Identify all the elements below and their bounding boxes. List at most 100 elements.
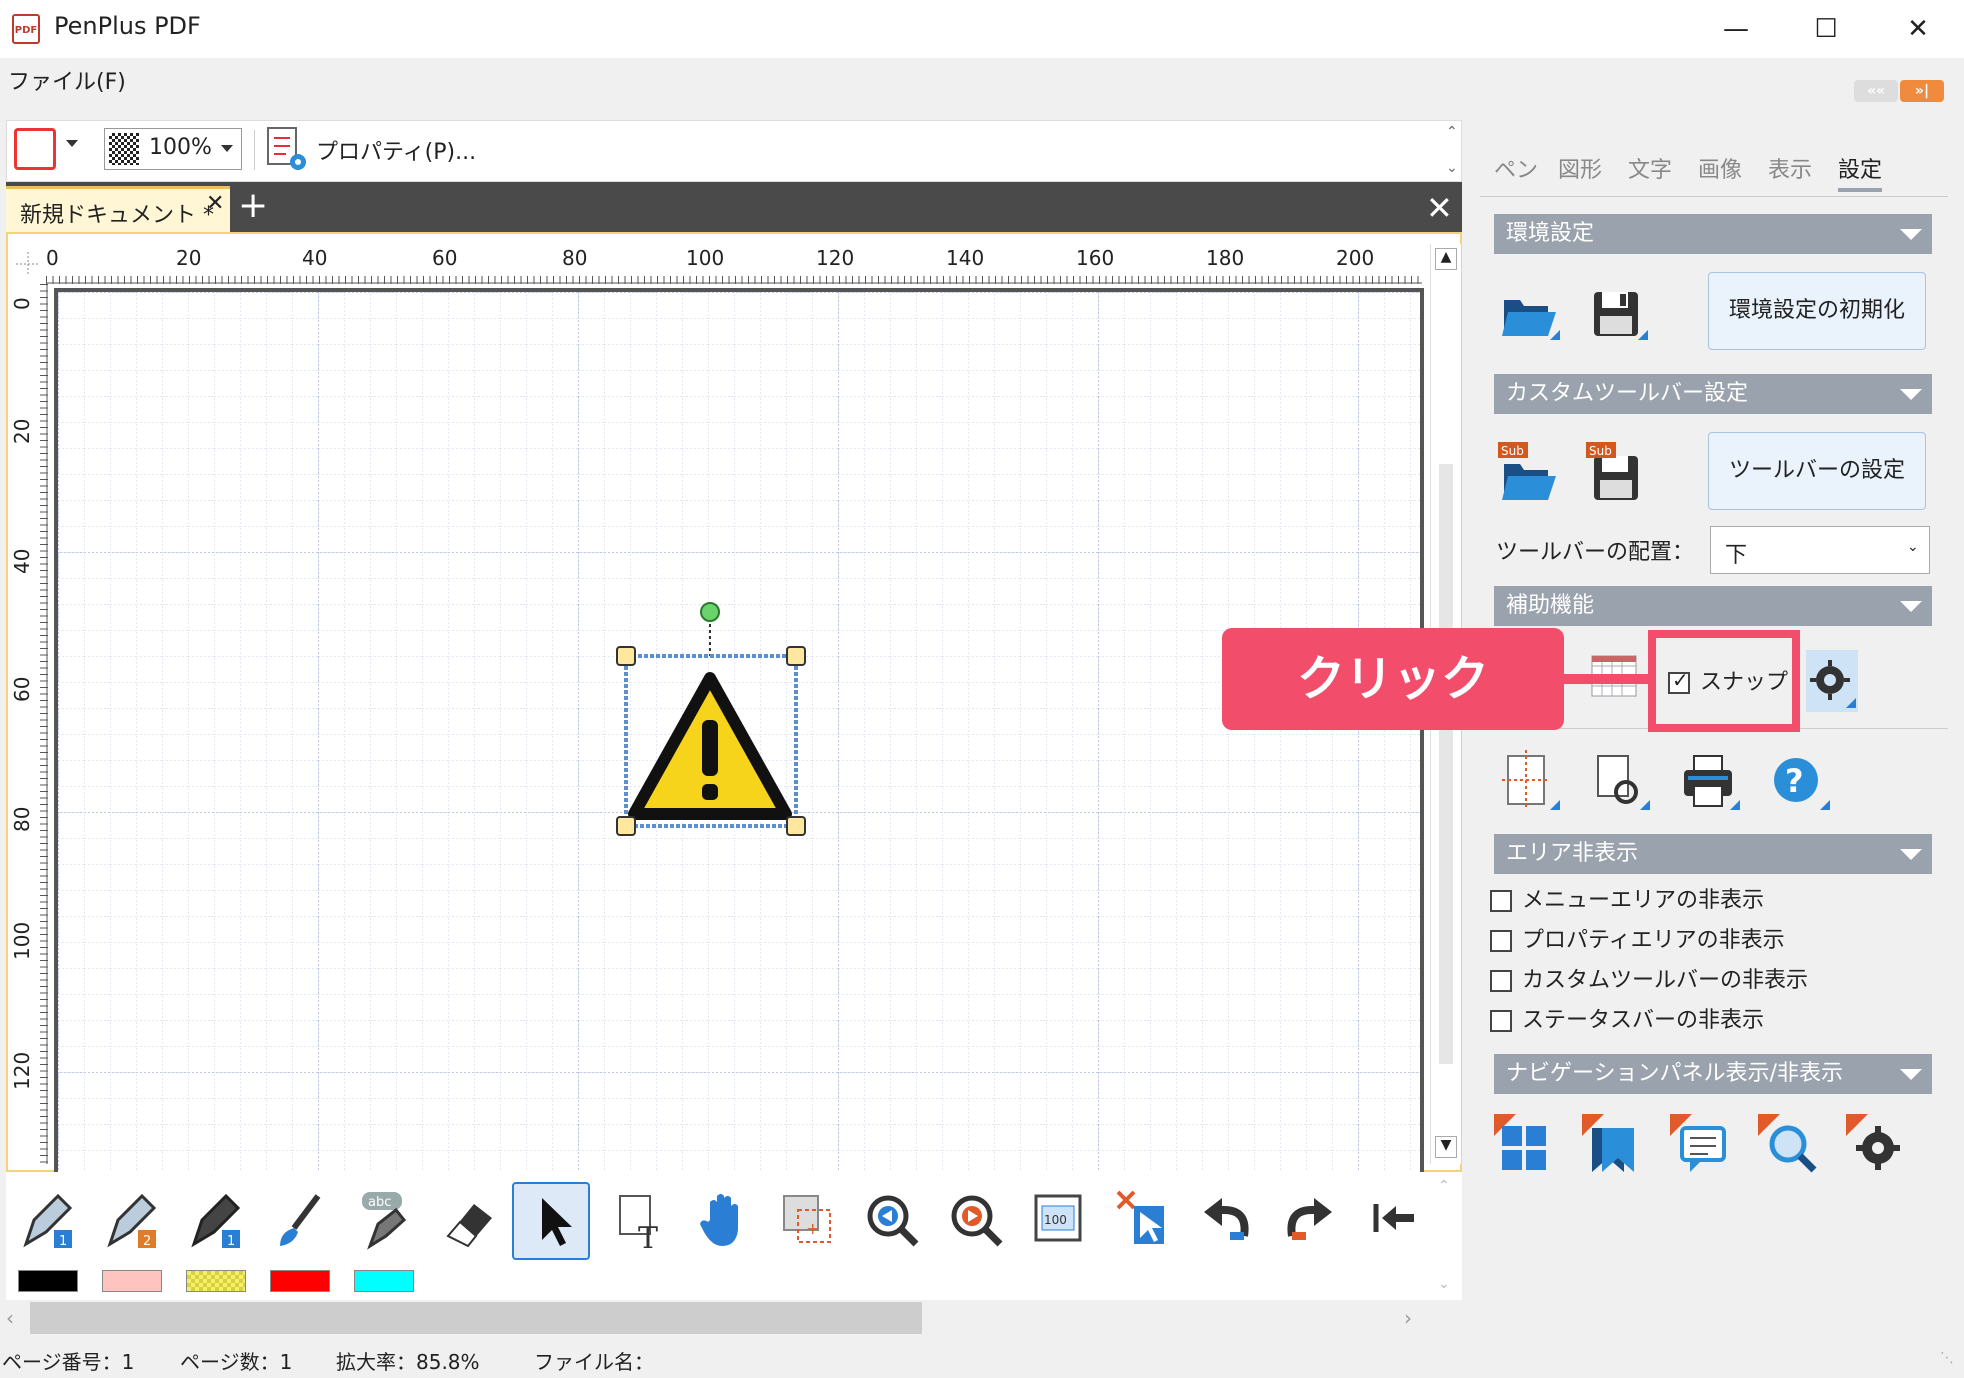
ruler-label: 80 — [562, 246, 588, 270]
save-icon[interactable] — [1586, 282, 1650, 346]
properties-icon[interactable] — [266, 126, 310, 174]
zoom-next-icon[interactable] — [942, 1186, 1012, 1256]
section-header-navigation-panel[interactable]: ナビゲーションパネル表示/非表示 — [1494, 1054, 1932, 1094]
tab-image[interactable]: 画像 — [1698, 152, 1742, 184]
brush-icon[interactable] — [266, 1186, 336, 1256]
zoom-previous-icon[interactable] — [858, 1186, 928, 1256]
menu-file[interactable]: ファイル(F) — [8, 64, 126, 96]
section-header-environment[interactable]: 環境設定 — [1494, 214, 1932, 254]
delete-selection-icon[interactable] — [1110, 1186, 1180, 1256]
palette-color-cyan[interactable] — [354, 1270, 414, 1292]
pen-1-icon[interactable]: 1 — [14, 1186, 84, 1256]
hide-menu-area-checkbox[interactable]: メニューエリアの非表示 — [1490, 886, 1764, 916]
title-bar — [0, 0, 1964, 58]
panel-toggle-arrows: «« »| — [1852, 80, 1944, 102]
toolbar-scroll-up-icon[interactable]: ⌃ — [1438, 1178, 1450, 1194]
palette-color-black[interactable] — [18, 1270, 78, 1292]
text-highlighter-icon[interactable]: abc — [350, 1186, 420, 1256]
collapse-up-icon[interactable]: ⌃ — [1446, 124, 1458, 140]
ruler-label: 100 — [10, 921, 34, 960]
help-icon[interactable]: ? — [1768, 750, 1832, 814]
tab-divider — [1480, 196, 1948, 197]
print-icon[interactable] — [1678, 750, 1742, 814]
gear-icon — [1810, 660, 1856, 708]
nav-bookmarks-icon[interactable] — [1582, 1114, 1646, 1178]
add-tab-icon[interactable]: + — [238, 186, 268, 226]
window-title: PenPlus PDF — [54, 12, 201, 40]
pen-color-dropdown-icon[interactable] — [66, 140, 78, 147]
tab-view[interactable]: 表示 — [1768, 152, 1812, 184]
toolbar-position-select[interactable]: 下 ⌄ — [1710, 526, 1930, 574]
tab-close-icon[interactable]: ✕ — [206, 191, 224, 216]
scrollbar-thumb[interactable] — [1439, 464, 1453, 1064]
scroll-right-icon[interactable]: › — [1404, 1306, 1412, 1330]
properties-button[interactable]: プロパティ(P)... — [316, 134, 476, 166]
redo-icon[interactable] — [1278, 1186, 1348, 1256]
ruler-label: 40 — [302, 246, 328, 270]
tab-shape[interactable]: 図形 — [1558, 152, 1602, 184]
maximize-button[interactable]: ☐ — [1796, 8, 1856, 50]
section-header-assist[interactable]: 補助機能 — [1494, 586, 1932, 626]
expand-right-icon[interactable]: »| — [1900, 80, 1944, 102]
svg-text:T: T — [638, 1221, 658, 1256]
collapse-down-icon[interactable]: ⌄ — [1446, 160, 1458, 176]
tab-text[interactable]: 文字 — [1628, 152, 1672, 184]
section-header-custom-toolbar[interactable]: カスタムツールバー設定 — [1494, 374, 1932, 414]
scroll-up-icon[interactable]: ▲ — [1435, 248, 1457, 270]
chevron-down-icon — [1900, 229, 1922, 240]
close-document-icon[interactable]: ✕ — [1426, 190, 1453, 226]
collapse-left-icon[interactable]: «« — [1854, 80, 1898, 102]
close-button[interactable]: ✕ — [1888, 8, 1948, 50]
scroll-left-icon[interactable]: ‹ — [6, 1306, 14, 1330]
hide-status-bar-checkbox[interactable]: ステータスバーの非表示 — [1490, 1006, 1764, 1036]
reset-environment-button[interactable]: 環境設定の初期化 — [1708, 272, 1926, 350]
nav-search-icon[interactable] — [1758, 1114, 1822, 1178]
svg-text:1: 1 — [227, 1234, 235, 1249]
hide-property-area-checkbox[interactable]: プロパティエリアの非表示 — [1490, 926, 1785, 956]
toolbar-settings-button[interactable]: ツールバーの設定 — [1708, 432, 1926, 510]
ruler-label: 40 — [10, 548, 34, 574]
pattern-zoom-select[interactable]: 100% — [104, 128, 242, 170]
area-select-icon[interactable]: + — [774, 1186, 844, 1256]
guide-lines-icon[interactable] — [1498, 750, 1562, 814]
palette-color-yellow[interactable] — [186, 1270, 246, 1292]
menu-bar — [0, 58, 1964, 120]
section-header-area-hide[interactable]: エリア非表示 — [1494, 834, 1932, 874]
palette-color-red[interactable] — [270, 1270, 330, 1292]
status-page-count: ページ数：1 — [180, 1350, 293, 1374]
tab-pen[interactable]: ペン — [1494, 152, 1538, 184]
palette-color-pink[interactable] — [102, 1270, 162, 1292]
page-rotate-icon[interactable] — [1588, 750, 1652, 814]
page-canvas[interactable] — [54, 288, 1424, 1172]
eraser-icon[interactable] — [434, 1186, 504, 1256]
snap-settings-button[interactable] — [1806, 650, 1858, 712]
app-logo-icon: PDF — [12, 14, 40, 44]
text-insert-icon[interactable]: T — [606, 1186, 676, 1256]
scrollbar-thumb[interactable] — [30, 1302, 922, 1334]
open-sub-toolbar-icon[interactable]: Sub — [1498, 442, 1562, 506]
scroll-down-icon[interactable]: ▼ — [1435, 1136, 1457, 1158]
open-folder-icon[interactable] — [1498, 282, 1562, 346]
marker-pen-icon[interactable]: 1 — [182, 1186, 252, 1256]
move-to-start-icon[interactable] — [1362, 1186, 1432, 1256]
tab-label: 新規ドキュメント * — [20, 203, 214, 228]
hand-pan-icon[interactable] — [690, 1186, 760, 1256]
select-tool-button[interactable] — [512, 1182, 590, 1260]
resize-grip-icon[interactable]: ⋱ — [1940, 1350, 1954, 1366]
ruler-origin[interactable] — [10, 246, 46, 282]
tab-settings[interactable]: 設定 — [1838, 152, 1883, 192]
toolbar-scroll-down-icon[interactable]: ⌄ — [1438, 1276, 1450, 1292]
minimize-button[interactable]: — — [1706, 8, 1766, 50]
hide-custom-toolbar-checkbox[interactable]: カスタムツールバーの非表示 — [1490, 966, 1808, 996]
save-sub-toolbar-icon[interactable]: Sub — [1586, 442, 1650, 506]
actual-size-icon[interactable]: 100 — [1026, 1186, 1096, 1256]
nav-settings-gear-icon[interactable] — [1846, 1114, 1910, 1178]
pen-2-icon[interactable]: 2 — [98, 1186, 168, 1256]
warning-sign-image[interactable] — [598, 592, 848, 892]
tab-new-document[interactable]: 新規ドキュメント * ✕ — [6, 186, 230, 232]
undo-icon[interactable] — [1194, 1186, 1264, 1256]
nav-thumbnails-icon[interactable] — [1494, 1114, 1558, 1178]
ruler-label: 120 — [816, 246, 855, 270]
pen-color-swatch[interactable] — [14, 128, 56, 170]
nav-comments-icon[interactable] — [1670, 1114, 1734, 1178]
